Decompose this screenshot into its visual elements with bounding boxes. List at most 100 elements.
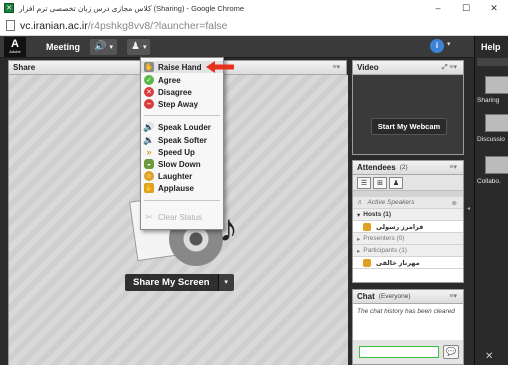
menu-item-label: Speak Softer — [158, 135, 207, 145]
address-bar[interactable]: vc.iranian.ac.ir/r4pshkg8vv8/?launcher=f… — [0, 16, 508, 36]
slow-down-icon: ◒ — [144, 159, 154, 169]
share-options-dropdown[interactable]: ▾ — [217, 274, 234, 291]
attendee-row-participant[interactable]: مهرناز خالقی — [353, 257, 463, 268]
info-caret[interactable]: ▾ — [447, 40, 451, 48]
menu-item-label: Disagree — [158, 87, 192, 97]
speaker-toggle-button[interactable]: 🔊 ▾ — [90, 38, 117, 55]
attendees-pod: Attendees (2) ≡▾ ☰ ⊞ ♟ ♬ Active Speakers… — [352, 160, 464, 283]
meeting-menu[interactable]: Meeting — [46, 42, 80, 52]
chat-scope: (Everyone) — [378, 293, 411, 300]
menu-item-disagree[interactable]: ✕ Disagree — [141, 86, 223, 98]
video-pod-header: Video ⤢ ≡▾ — [353, 61, 463, 75]
attendees-pod-header: Attendees (2) ≡▾ — [353, 161, 463, 175]
participants-group[interactable]: ▸ Participants (1) — [353, 245, 463, 256]
laughter-icon: ☺ — [144, 171, 154, 181]
chat-pod-title: Chat — [357, 292, 375, 301]
menu-item-label: Laughter — [158, 171, 193, 181]
close-icon[interactable]: ⊗ — [452, 199, 457, 207]
grid-view-icon[interactable]: ⊞ — [373, 177, 387, 189]
menu-item-label: Speed Up — [158, 147, 195, 157]
app-icon: ✕ — [4, 3, 14, 13]
chat-input-row: 💬 — [353, 340, 463, 364]
status-button[interactable]: ♟ ▾ — [126, 38, 151, 55]
pod-menu-icon[interactable]: ≡▾ — [332, 63, 340, 71]
active-speakers-label: Active Speakers — [367, 199, 415, 206]
attendee-view-toolbar: ☰ ⊞ ♟ — [353, 175, 463, 191]
start-webcam-button[interactable]: Start My Webcam — [371, 118, 447, 135]
layout-label-sharing: Sharing — [477, 97, 500, 104]
pod-menu-icon[interactable]: ≡▾ — [449, 292, 457, 300]
menu-separator — [144, 200, 220, 201]
close-button[interactable]: ✕ — [480, 0, 508, 16]
url-host: vc.iranian.ac.ir — [20, 19, 88, 32]
menu-item-agree[interactable]: ✓ Agree — [141, 74, 223, 86]
help-menu[interactable]: Help — [481, 42, 501, 52]
menu-separator — [144, 115, 220, 116]
attendee-count: (2) — [399, 164, 408, 171]
adobe-logo-text: Adobe — [9, 49, 21, 54]
layout-label-collaboration: Collabo. — [477, 178, 501, 185]
pod-menu-icon[interactable]: ⤢ ≡▾ — [442, 63, 457, 72]
speaker-caret: ▾ — [109, 43, 113, 51]
info-icon[interactable]: i — [430, 39, 444, 53]
active-speakers-row: ♬ Active Speakers ⊗ — [353, 197, 463, 208]
speaker-softer-icon: 🔉 — [143, 134, 155, 145]
menu-item-laughter[interactable]: ☺ Laughter — [141, 170, 223, 182]
host-icon — [363, 222, 371, 231]
url-text[interactable]: vc.iranian.ac.ir/r4pshkg8vv8/?launcher=f… — [20, 20, 228, 32]
speed-up-icon: » — [146, 147, 152, 157]
expand-icon: ▾ — [357, 211, 361, 219]
hosts-group[interactable]: ▾ Hosts (1) — [353, 209, 463, 220]
layouts-sidebar: Help Sharing Discussio Collabo. ✕ — [474, 36, 508, 365]
participants-label: Participants (1) — [363, 247, 407, 254]
menu-item-speak-louder[interactable]: 🔊 Speak Louder — [141, 121, 223, 133]
share-pod-title: Share — [13, 63, 36, 72]
page-icon — [6, 20, 15, 31]
video-pod: Video ⤢ ≡▾ Start My Webcam — [352, 60, 464, 155]
menu-item-speed-up[interactable]: » Speed Up — [141, 146, 223, 158]
collapse-arrow-icon[interactable]: ◂ — [467, 205, 470, 212]
hosts-label: Hosts (1) — [363, 211, 392, 218]
sidebar-strip — [477, 58, 508, 66]
tools-icon[interactable]: ✕ — [485, 351, 493, 362]
adobe-logo-letter: A — [11, 38, 19, 50]
window-title: کلاس مجازی درس زبان تخصصی ترم افزار (Sha… — [19, 3, 245, 13]
connect-toolbar: A Adobe Meeting 🔊 ▾ ♟ ▾ i ▾ — [0, 36, 474, 58]
pod-menu-icon[interactable]: ≡▾ — [449, 163, 457, 171]
expand-icon: ▸ — [357, 247, 361, 255]
layout-thumbnail-collaboration[interactable] — [485, 156, 508, 174]
menu-item-label: Slow Down — [158, 159, 201, 169]
minimize-button[interactable]: – — [424, 0, 452, 16]
person-status-icon: ♟ — [130, 41, 140, 52]
share-my-screen-label[interactable]: Share My Screen — [125, 274, 218, 291]
layout-label-discussion: Discussio — [477, 136, 505, 143]
share-my-screen-button[interactable]: Share My Screen ▾ — [125, 274, 234, 291]
video-area: Start My Webcam — [353, 75, 463, 154]
presenters-group[interactable]: ▸ Presenters (0) — [353, 233, 463, 244]
maximize-button[interactable]: ☐ — [452, 0, 480, 16]
step-away-icon: – — [144, 99, 154, 109]
menu-item-step-away[interactable]: – Step Away — [141, 98, 223, 110]
disagree-icon: ✕ — [144, 87, 154, 97]
layout-thumbnail-sharing[interactable] — [485, 76, 508, 94]
host-name: فرامرز رسولی — [376, 223, 424, 231]
chat-input[interactable] — [359, 346, 439, 358]
presenters-label: Presenters (0) — [363, 235, 405, 242]
menu-item-speak-softer[interactable]: 🔉 Speak Softer — [141, 134, 223, 146]
collapse-icon: ▸ — [357, 235, 361, 243]
menu-item-slow-down[interactable]: ◒ Slow Down — [141, 158, 223, 170]
menu-item-applause[interactable]: ✋ Applause — [141, 182, 223, 194]
menu-item-label: Applause — [158, 183, 195, 193]
send-message-button[interactable]: 💬 — [443, 345, 459, 359]
browser-title-bar: ✕ کلاس مجازی درس زبان تخصصی ترم افزار (S… — [0, 0, 508, 16]
status-view-icon[interactable]: ♟ — [389, 177, 403, 189]
menu-item-label: Step Away — [158, 99, 199, 109]
clear-status-icon: ✂ — [145, 211, 153, 222]
speaker-louder-icon: 🔊 — [143, 121, 155, 132]
hand-icon: ✋ — [144, 62, 154, 72]
chat-pod-header: Chat (Everyone) ≡▾ — [353, 290, 463, 304]
list-view-icon[interactable]: ☰ — [357, 177, 371, 189]
chat-messages: The chat history has been cleared — [353, 304, 463, 340]
attendee-row-host[interactable]: فرامرز رسولی — [353, 221, 463, 232]
layout-thumbnail-discussion[interactable] — [485, 114, 508, 132]
